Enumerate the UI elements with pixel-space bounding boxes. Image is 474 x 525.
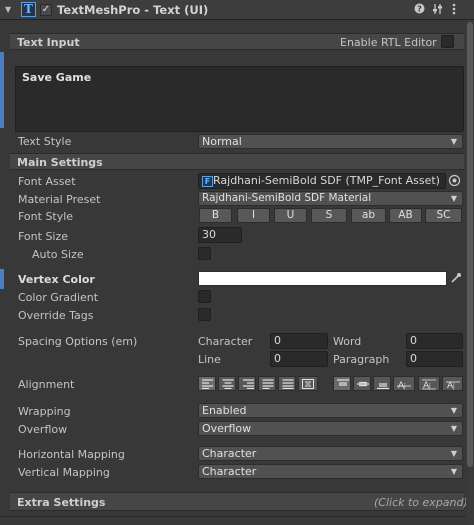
font-asset-field[interactable]: F Rajdhani-SemiBold SDF (TMP_Font Asset): [198, 173, 446, 189]
text-input-section-header[interactable]: Text Input Enable RTL Editor: [10, 33, 464, 50]
material-preset-value: Rajdhani-SemiBold SDF Material: [202, 192, 372, 204]
vertical-mapping-dropdown[interactable]: Character ▼: [198, 464, 463, 479]
preset-icon[interactable]: [432, 3, 444, 18]
auto-size-toggle[interactable]: [198, 247, 211, 260]
section-label: Text Input: [17, 36, 80, 49]
font-asset-value: Rajdhani-SemiBold SDF (TMP_Font Asset): [213, 174, 440, 187]
vertical-mapping-value: Character: [202, 465, 257, 478]
paragraph-spacing-field[interactable]: 0: [406, 351, 463, 367]
vertex-color-field[interactable]: [198, 271, 447, 286]
override-tags-toggle[interactable]: [198, 308, 211, 321]
align-center-button[interactable]: [218, 376, 236, 391]
font-style-strikethrough-button[interactable]: S: [311, 208, 347, 223]
font-style-smallcaps-button[interactable]: SC: [425, 208, 462, 223]
word-spacing-label: Word: [333, 335, 362, 348]
material-preset-label: Material Preset: [18, 193, 101, 206]
svg-text:j: j: [403, 383, 406, 390]
eyedropper-icon[interactable]: [450, 272, 462, 287]
chevron-down-icon: ▼: [450, 194, 457, 203]
textmeshpro-icon: T: [21, 2, 36, 17]
svg-text:?: ?: [417, 5, 422, 14]
chevron-down-icon: ▼: [450, 406, 457, 415]
color-gradient-label: Color Gradient: [18, 291, 99, 304]
foldout-arrow-icon[interactable]: ▼: [5, 5, 11, 14]
align-justified-button[interactable]: [258, 376, 276, 391]
align-left-button[interactable]: [198, 376, 216, 391]
character-spacing-label: Character: [198, 335, 253, 348]
text-input-value: Save Game: [22, 71, 92, 84]
text-style-label: Text Style: [18, 135, 72, 148]
horizontal-mapping-value: Character: [202, 447, 257, 460]
material-preset-dropdown[interactable]: Rajdhani-SemiBold SDF Material ▼: [198, 191, 463, 206]
wrapping-label: Wrapping: [18, 405, 71, 418]
override-tags-label: Override Tags: [18, 309, 94, 322]
chevron-down-icon: ▼: [450, 449, 457, 458]
align-capline-button[interactable]: Aj: [442, 376, 463, 391]
alignment-label: Alignment: [18, 378, 75, 391]
extra-settings-section-header[interactable]: Extra Settings (Click to expand): [10, 492, 468, 511]
align-geometry-center-button[interactable]: [298, 376, 318, 391]
component-title: TextMeshPro - Text (UI): [57, 3, 209, 17]
color-gradient-toggle[interactable]: [198, 290, 211, 303]
rtl-editor-label: Enable RTL Editor: [340, 36, 437, 49]
word-spacing-field[interactable]: 0: [406, 333, 463, 349]
main-settings-section-header[interactable]: Main Settings: [10, 153, 464, 170]
character-spacing-field[interactable]: 0: [270, 333, 328, 349]
section-label: Extra Settings: [17, 496, 106, 509]
overflow-label: Overflow: [18, 423, 68, 436]
svg-text:j: j: [452, 383, 455, 390]
rtl-editor-toggle[interactable]: [441, 35, 454, 48]
font-style-underline-button[interactable]: U: [274, 208, 307, 223]
overflow-value: Overflow: [202, 422, 252, 435]
text-style-value: Normal: [202, 135, 242, 148]
font-style-label: Font Style: [18, 210, 74, 223]
font-size-label: Font Size: [18, 230, 69, 243]
component-enabled-checkbox[interactable]: ✓: [40, 4, 52, 16]
divider: [0, 516, 474, 517]
font-asset-label: Font Asset: [18, 175, 76, 188]
help-icon[interactable]: ?: [414, 3, 425, 17]
chevron-down-icon: ▼: [450, 137, 457, 146]
align-middle-button[interactable]: [353, 376, 371, 391]
font-style-uppercase-button[interactable]: AB: [389, 208, 422, 223]
font-style-lowercase-button[interactable]: ab: [351, 208, 386, 223]
align-flush-button[interactable]: [278, 376, 296, 391]
line-spacing-field[interactable]: 0: [270, 351, 328, 367]
horizontal-mapping-dropdown[interactable]: Character ▼: [198, 446, 463, 461]
component-header[interactable]: ▼ T ✓ TextMeshPro - Text (UI) ?: [0, 0, 474, 20]
overflow-dropdown[interactable]: Overflow ▼: [198, 421, 463, 436]
section-label: Main Settings: [17, 156, 103, 169]
chevron-down-icon: ▼: [450, 424, 457, 433]
font-asset-icon: F: [202, 175, 213, 187]
font-style-bold-button[interactable]: B: [199, 208, 232, 223]
modified-indicator: [0, 52, 4, 128]
object-picker-icon[interactable]: [448, 174, 461, 190]
vertical-mapping-label: Vertical Mapping: [18, 466, 110, 479]
auto-size-label: Auto Size: [32, 248, 84, 261]
wrapping-dropdown[interactable]: Enabled ▼: [198, 403, 463, 418]
font-style-italic-button[interactable]: I: [237, 208, 270, 223]
font-size-field[interactable]: 30: [198, 227, 242, 243]
horizontal-mapping-label: Horizontal Mapping: [18, 448, 125, 461]
inspector-panel: ▼ T ✓ TextMeshPro - Text (UI) ? Text Inp…: [0, 0, 474, 525]
text-input-area[interactable]: Save Game: [15, 66, 464, 132]
wrapping-value: Enabled: [202, 404, 247, 417]
expand-hint: (Click to expand): [374, 496, 468, 509]
vertex-color-label: Vertex Color: [18, 273, 95, 286]
paragraph-spacing-label: Paragraph: [333, 353, 390, 366]
align-bottom-button[interactable]: [373, 376, 391, 391]
text-style-dropdown[interactable]: Normal ▼: [198, 134, 463, 149]
chevron-down-icon: ▼: [450, 467, 457, 476]
modified-indicator: [0, 269, 4, 289]
align-right-button[interactable]: [238, 376, 256, 391]
align-midline-button[interactable]: Aj: [418, 376, 440, 391]
align-baseline-button[interactable]: Aj: [393, 376, 415, 391]
spacing-options-label: Spacing Options (em): [18, 335, 138, 348]
align-top-button[interactable]: [333, 376, 351, 391]
line-spacing-label: Line: [198, 353, 221, 366]
scrollbar-thumb[interactable]: [467, 22, 473, 467]
menu-icon[interactable]: [452, 3, 456, 18]
